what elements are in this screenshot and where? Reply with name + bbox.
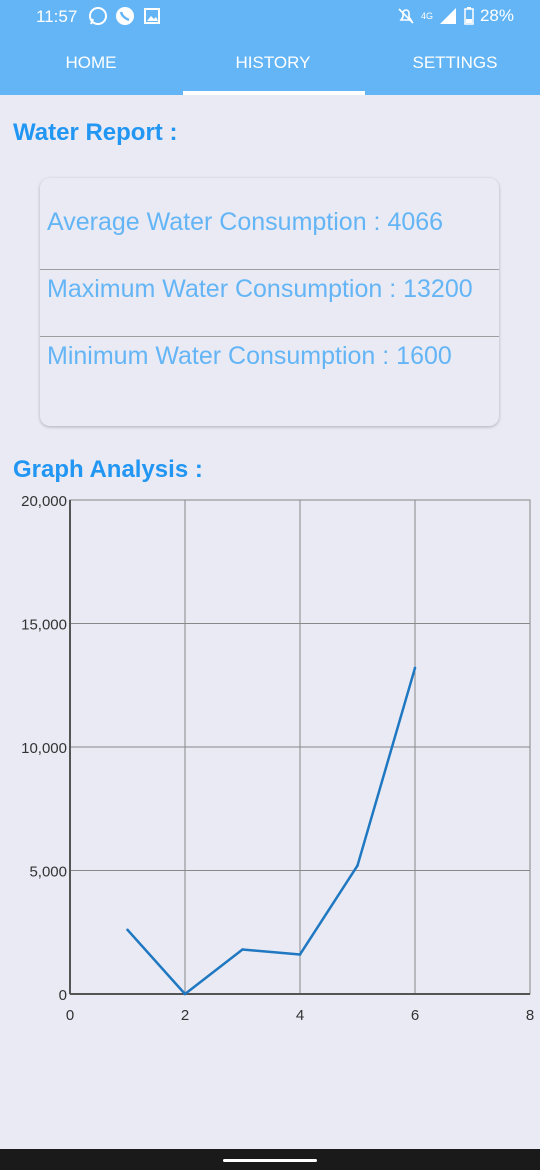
- data-point: [413, 666, 417, 670]
- line-chart: 0 2 4 6 8 0 5,000 10,000 15,000 20,000: [0, 490, 540, 1030]
- status-system-icons: 4G 28%: [396, 6, 514, 26]
- water-report-title: Water Report :: [13, 119, 178, 146]
- data-point: [183, 992, 187, 996]
- minimum-consumption: Minimum Water Consumption : 1600: [47, 342, 452, 370]
- x-tick-label: 6: [411, 1007, 419, 1024]
- y-tick-label: 15,000: [21, 617, 67, 634]
- signal-icon: [439, 8, 456, 24]
- y-tick-label: 10,000: [21, 740, 67, 757]
- navigation-bar: [0, 1149, 540, 1170]
- mute-bell-icon: [398, 8, 414, 24]
- x-tick-label: 4: [296, 1007, 304, 1024]
- data-point: [298, 953, 302, 956]
- status-notification-icons: [88, 6, 162, 26]
- y-tick-label: 5,000: [29, 864, 67, 881]
- tab-selected-indicator: [183, 91, 365, 95]
- battery-percent: 28%: [479, 6, 514, 25]
- whatsapp-icon: [89, 7, 107, 25]
- y-tick-label: 20,000: [21, 493, 67, 510]
- data-point: [241, 948, 244, 951]
- image-icon: [144, 8, 160, 24]
- y-tick-label: 0: [59, 987, 67, 1004]
- status-bar: 11:57 4G 28%: [0, 0, 540, 34]
- maximum-consumption: Maximum Water Consumption : 13200: [47, 275, 473, 303]
- tab-bar: HOME HISTORY SETTINGS: [0, 34, 540, 95]
- phone-call-icon: [116, 7, 134, 25]
- x-tick-label: 0: [66, 1007, 74, 1024]
- water-report-card: Average Water Consumption : 4066 Maximum…: [40, 178, 499, 426]
- status-time: 11:57: [36, 7, 78, 26]
- series-line: [126, 667, 417, 996]
- battery-icon: [464, 7, 474, 25]
- average-consumption: Average Water Consumption : 4066: [47, 208, 444, 236]
- tab-settings[interactable]: SETTINGS: [364, 34, 540, 95]
- data-point: [126, 928, 129, 932]
- tab-home[interactable]: HOME: [0, 34, 182, 95]
- x-tick-label: 2: [181, 1007, 189, 1024]
- network-type-icon: 4G: [420, 10, 433, 21]
- chart-svg: 0 2 4 6 8 0 5,000 10,000 15,000 20,000: [21, 493, 534, 1024]
- home-gesture-handle[interactable]: [223, 1159, 317, 1162]
- tab-history[interactable]: HISTORY: [182, 34, 364, 95]
- x-tick-label: 8: [526, 1007, 534, 1024]
- divider: [40, 269, 499, 270]
- divider: [40, 336, 499, 337]
- data-point: [356, 864, 359, 867]
- graph-analysis-title: Graph Analysis :: [13, 456, 203, 483]
